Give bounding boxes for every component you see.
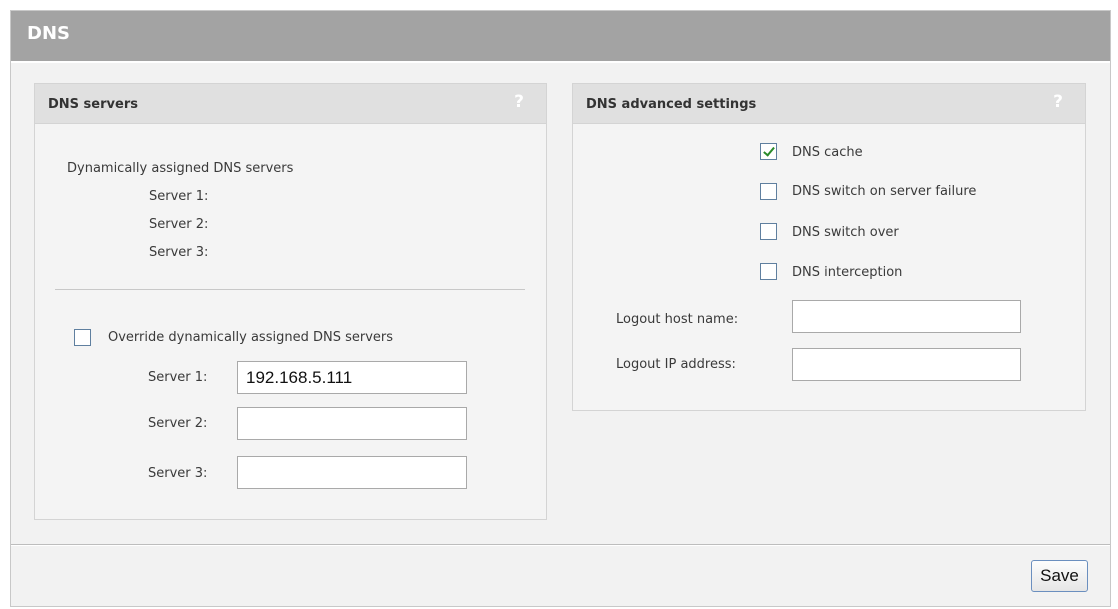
server-3-input[interactable] [237, 456, 467, 489]
server-2-label: Server 2: [148, 416, 208, 431]
dynamic-server-2-label: Server 2: [149, 217, 209, 232]
dns-advanced-panel: DNS advanced settings ? DNS cache DNS sw… [572, 83, 1086, 411]
override-dns-label: Override dynamically assigned DNS server… [108, 330, 394, 345]
dynamic-servers-label: Dynamically assigned DNS servers [67, 161, 294, 176]
dns-advanced-header: DNS advanced settings ? [573, 84, 1085, 124]
footer-divider [11, 544, 1110, 546]
dns-switch-failure-label: DNS switch on server failure [792, 184, 977, 199]
logout-host-input[interactable] [792, 300, 1021, 333]
dns-page-frame: DNS DNS servers ? Dynamically assigned D… [10, 10, 1111, 607]
dns-servers-title: DNS servers [48, 97, 138, 112]
logout-host-label: Logout host name: [616, 312, 739, 327]
server-1-input[interactable] [237, 361, 467, 394]
save-button[interactable]: Save [1031, 560, 1088, 592]
server-1-label: Server 1: [148, 370, 208, 385]
dynamic-server-1-label: Server 1: [149, 189, 209, 204]
dns-cache-checkbox[interactable] [760, 143, 777, 160]
dns-switch-over-label: DNS switch over [792, 225, 899, 240]
dns-switch-over-checkbox[interactable] [760, 223, 777, 240]
dns-servers-panel: DNS servers ? Dynamically assigned DNS s… [34, 83, 547, 520]
page-title: DNS [27, 23, 70, 44]
dns-interception-label: DNS interception [792, 265, 903, 280]
section-divider [55, 289, 525, 290]
help-icon[interactable]: ? [514, 92, 524, 112]
title-bar: DNS [11, 11, 1110, 63]
dns-cache-label: DNS cache [792, 145, 863, 160]
help-icon[interactable]: ? [1053, 92, 1063, 112]
server-2-input[interactable] [237, 407, 467, 440]
dns-switch-failure-checkbox[interactable] [760, 183, 777, 200]
dynamic-server-3-label: Server 3: [149, 245, 209, 260]
dns-advanced-title: DNS advanced settings [586, 97, 757, 112]
logout-ip-label: Logout IP address: [616, 357, 736, 372]
logout-ip-input[interactable] [792, 348, 1021, 381]
dns-servers-header: DNS servers ? [35, 84, 546, 124]
override-dns-checkbox[interactable] [74, 329, 91, 346]
server-3-label: Server 3: [148, 466, 208, 481]
dns-interception-checkbox[interactable] [760, 263, 777, 280]
